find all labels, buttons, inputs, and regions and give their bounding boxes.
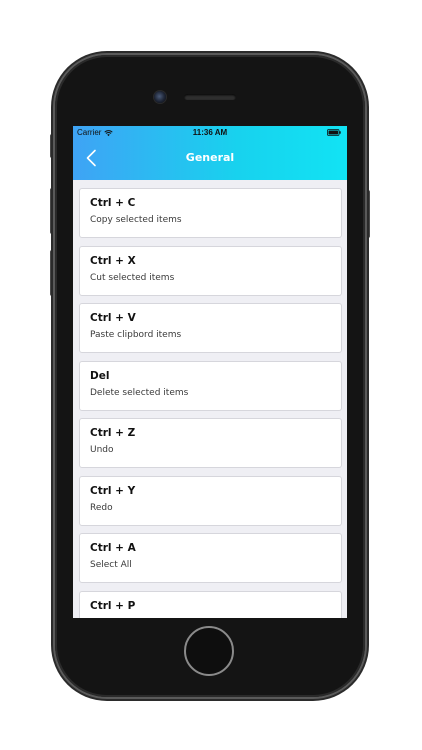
shortcut-keys: Ctrl + A xyxy=(90,542,136,554)
shortcut-keys: Ctrl + P xyxy=(90,599,136,612)
shortcut-item-select-all[interactable]: Ctrl + A Select All xyxy=(79,533,342,583)
shortcut-item-cut[interactable]: Ctrl + X Cut selected items xyxy=(79,245,342,296)
shortcut-keys: Ctrl + Y xyxy=(90,484,136,497)
shortcut-description: Paste clipbord items xyxy=(90,330,182,340)
shortcut-description: Redo xyxy=(90,502,113,513)
shortcut-list: Ctrl + C Copy selected items Ctrl + X Cu… xyxy=(79,188,342,618)
power-button xyxy=(366,190,370,238)
shortcut-keys: Ctrl + Z xyxy=(90,427,136,439)
shortcut-item-paste[interactable]: Ctrl + V Paste clipbord items xyxy=(79,303,342,353)
shortcut-item-delete[interactable]: Del Delete selected items xyxy=(79,360,342,411)
volume-down-button xyxy=(50,250,54,296)
shortcut-description: Select All xyxy=(90,560,132,570)
status-bar: Carrier 11:36 AM xyxy=(73,126,347,140)
shortcut-keys: Del xyxy=(90,369,110,382)
shortcut-description: Delete selected items xyxy=(90,387,189,398)
volume-up-button xyxy=(50,188,54,234)
nav-bar: Carrier 11:36 AM General xyxy=(73,126,347,180)
mute-switch xyxy=(50,134,54,158)
device-mockup: Carrier 11:36 AM General Ctrl + C Copy s… xyxy=(0,0,422,750)
status-time: 11:36 AM xyxy=(192,128,228,137)
shortcut-item-undo[interactable]: Ctrl + Z Undo xyxy=(79,418,342,468)
shortcut-item-print[interactable]: Ctrl + P xyxy=(79,590,342,618)
shortcut-item-redo[interactable]: Ctrl + Y Redo xyxy=(79,475,342,526)
front-camera xyxy=(154,91,166,103)
shortcut-description: Cut selected items xyxy=(90,272,175,283)
page-title: General xyxy=(185,151,235,164)
shortcut-keys: Ctrl + X xyxy=(90,254,136,267)
battery-icon xyxy=(327,129,341,136)
shortcut-description: Copy selected items xyxy=(90,215,182,225)
earpiece-speaker xyxy=(184,94,236,100)
app-screen: Carrier 11:36 AM General Ctrl + C Copy s… xyxy=(73,126,347,618)
shortcut-description: Undo xyxy=(90,445,114,455)
shortcut-keys: Ctrl + V xyxy=(90,312,136,324)
shortcut-keys: Ctrl + C xyxy=(90,197,136,209)
shortcut-item-copy[interactable]: Ctrl + C Copy selected items xyxy=(79,188,342,238)
home-button[interactable] xyxy=(184,626,234,676)
